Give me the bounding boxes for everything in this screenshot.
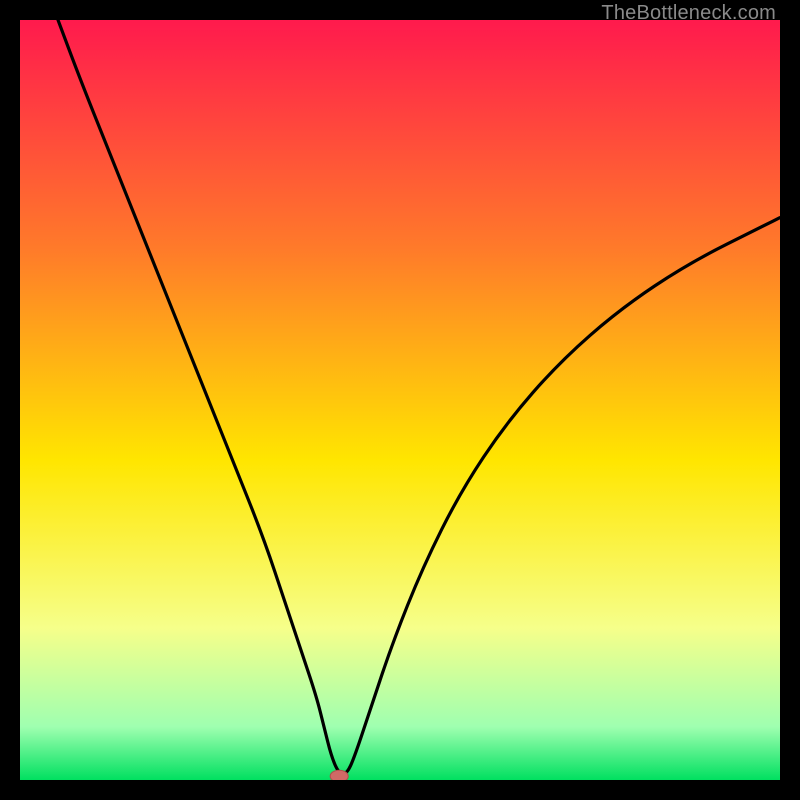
optimal-point-marker: [330, 770, 348, 780]
chart-frame: [20, 20, 780, 780]
bottleneck-chart: [20, 20, 780, 780]
watermark-text: TheBottleneck.com: [601, 2, 776, 25]
gradient-background: [20, 20, 780, 780]
